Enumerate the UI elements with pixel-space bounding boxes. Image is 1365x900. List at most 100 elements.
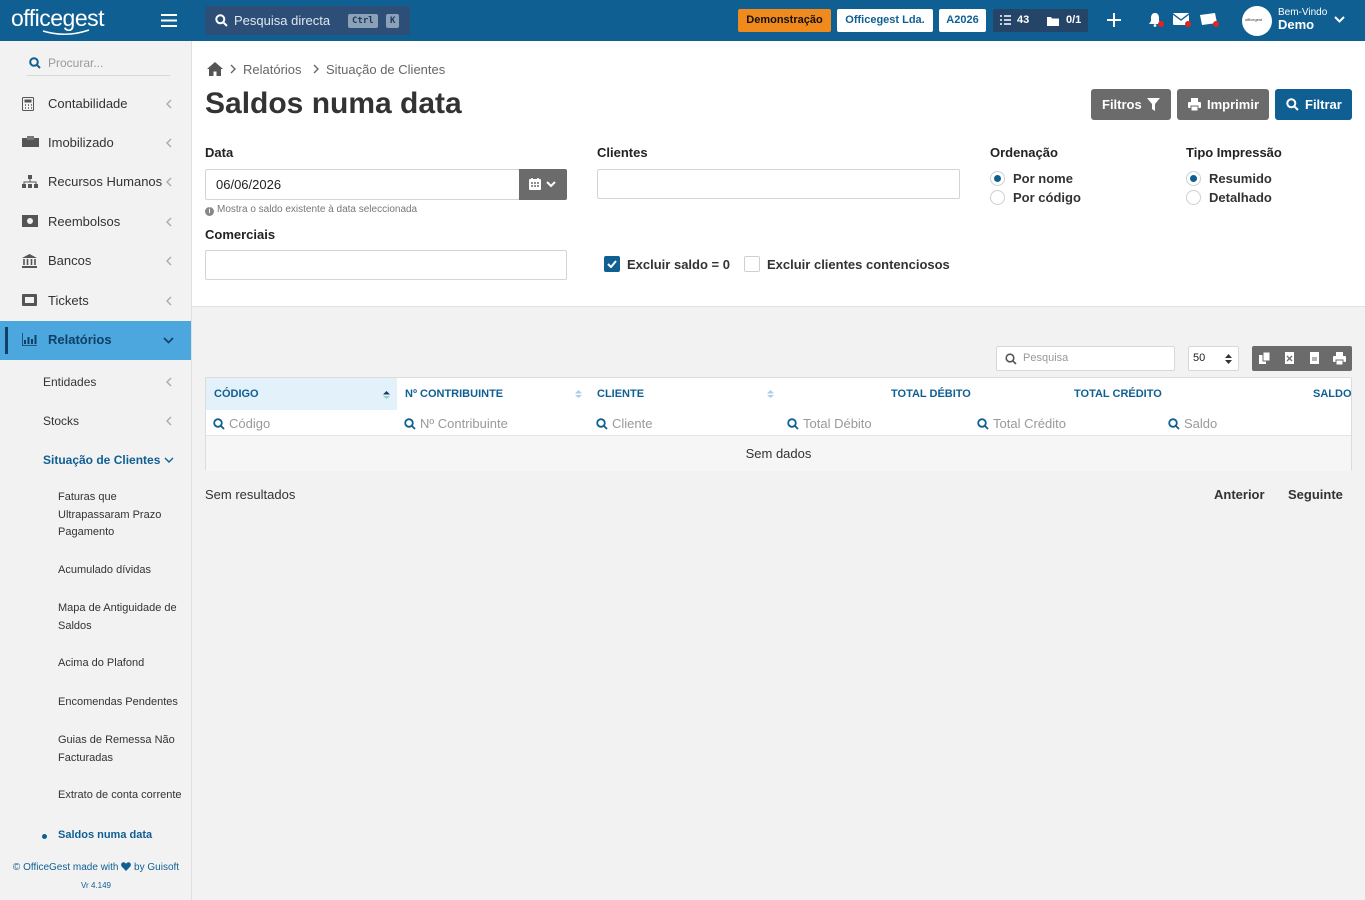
sidebar-item-tickets[interactable]: Tickets — [0, 282, 191, 321]
footer-by[interactable]: by Guisoft — [134, 862, 179, 873]
sidebar-subsub-item[interactable]: Faturas que Ultrapassaram Prazo Pagament… — [58, 489, 190, 542]
user-name: Demo — [1278, 17, 1315, 32]
sidebar-item-recursos-humanos[interactable]: Recursos Humanos — [0, 163, 191, 202]
footer-credits: © OfficeGest made with by Guisoft — [0, 862, 192, 873]
column-header-contribuinte[interactable]: Nº CONTRIBUINTE — [405, 378, 585, 410]
excluir-saldo-checkbox[interactable] — [604, 256, 620, 272]
breadcrumb-item[interactable]: Relatórios — [243, 62, 302, 77]
column-header-label: CÓDIGO — [214, 388, 259, 400]
copy-button[interactable] — [1252, 346, 1277, 371]
breadcrumb-item[interactable]: Situação de Clientes — [326, 62, 445, 77]
tipo-resumido-label[interactable]: Resumido — [1209, 171, 1272, 186]
search-icon — [404, 418, 416, 430]
previous-page-button[interactable]: Anterior — [1214, 487, 1265, 502]
ordenacao-por-nome-radio[interactable] — [990, 171, 1005, 186]
column-header-total-debito[interactable]: TOTAL DÉBITO — [891, 378, 1001, 410]
column-header-codigo[interactable]: CÓDIGO — [206, 378, 397, 410]
officegest-logo[interactable]: officegest — [11, 4, 131, 35]
company-selector[interactable]: Officegest Lda. — [837, 9, 933, 32]
ordenacao-por-nome-label[interactable]: Por nome — [1013, 171, 1073, 186]
global-search[interactable]: Pesquisa directa Ctrl K — [205, 6, 410, 35]
year-selector[interactable]: A2026 — [939, 9, 986, 32]
sort-asc-icon — [383, 391, 390, 399]
home-icon[interactable] — [207, 62, 223, 76]
column-filter-placeholder: Saldo — [1184, 416, 1218, 431]
sidebar-subsub-item[interactable]: Acima do Plafond — [58, 655, 190, 673]
pdf-button[interactable] — [1302, 346, 1327, 371]
copy-icon — [1259, 352, 1270, 364]
column-header-cliente[interactable]: CLIENTE — [597, 378, 777, 410]
global-search-placeholder: Pesquisa directa — [234, 13, 331, 28]
filtros-button[interactable]: Filtros — [1091, 89, 1171, 120]
page-size-select[interactable]: 50 — [1188, 346, 1239, 371]
sidebar-item-contabilidade[interactable]: Contabilidade — [0, 85, 191, 124]
sidebar-item-label: Relatórios — [48, 332, 112, 347]
sidebar-subsub-item[interactable]: Encomendas Pendentes — [58, 694, 190, 712]
demo-badge[interactable]: Demonstração — [738, 9, 831, 32]
sidebar-item-bancos[interactable]: Bancos — [0, 242, 191, 281]
tipo-detalhado-radio[interactable] — [1186, 190, 1201, 205]
tipo-resumido-radio[interactable] — [1186, 171, 1201, 186]
sidebar-sub-stocks[interactable]: Stocks — [43, 414, 79, 428]
sort-arrows-icon — [1225, 354, 1232, 364]
sidebar-item-label: Recursos Humanos — [48, 174, 163, 189]
column-header-total-credito[interactable]: TOTAL CRÉDITO — [1074, 378, 1184, 410]
logo-text: officegest — [11, 5, 105, 31]
date-picker-button[interactable] — [519, 169, 567, 200]
heart-icon — [121, 862, 132, 871]
sidebar-subsub-item[interactable]: Guias de Remessa Não Facturadas — [58, 732, 190, 767]
sidebar-item-reembolsos[interactable]: Reembolsos — [0, 203, 191, 242]
filtrar-button[interactable]: Filtrar — [1275, 89, 1352, 120]
imprimir-button[interactable]: Imprimir — [1177, 89, 1269, 120]
excluir-saldo-label[interactable]: Excluir saldo = 0 — [627, 257, 730, 272]
boxes-icon — [22, 136, 39, 147]
sidebar-search[interactable]: Procurar... — [27, 53, 170, 76]
column-header-label: CLIENTE — [597, 388, 645, 400]
sidebar-sub-entidades[interactable]: Entidades — [43, 375, 96, 389]
add-icon[interactable] — [1107, 13, 1121, 27]
print-table-button[interactable] — [1327, 346, 1352, 371]
kbd-ctrl: Ctrl — [348, 14, 378, 28]
column-header-label: TOTAL CRÉDITO — [1074, 388, 1162, 400]
data-label: Data — [205, 145, 234, 160]
sidebar-item-relatorios[interactable]: Relatórios — [0, 321, 191, 360]
column-header-label: SALDO — [1313, 388, 1352, 400]
results-info: Sem resultados — [205, 487, 296, 502]
page-size-value: 50 — [1193, 352, 1206, 364]
bank-icon — [22, 254, 37, 268]
column-header-saldo[interactable]: SALDO — [1313, 378, 1353, 410]
excel-button[interactable] — [1277, 346, 1302, 371]
date-hint: i Mostra o saldo existente à data selecci… — [205, 204, 417, 216]
chevron-left-icon — [166, 177, 172, 187]
hamburger-menu-icon[interactable] — [161, 14, 177, 27]
user-menu[interactable]: Bem-Vindo Demo — [1278, 7, 1327, 31]
documents-icon[interactable] — [1047, 15, 1060, 26]
tipo-detalhado-label[interactable]: Detalhado — [1209, 190, 1272, 205]
clientes-input[interactable] — [597, 169, 960, 199]
table-search-input[interactable]: Pesquisa — [996, 346, 1175, 371]
user-menu-chevron-down-icon[interactable] — [1334, 16, 1345, 23]
excluir-contenciosos-label[interactable]: Excluir clientes contenciosos — [767, 257, 950, 272]
tasks-icon[interactable] — [1000, 15, 1011, 26]
sidebar-subsub-item[interactable]: Mapa de Antiguidade de Saldos — [58, 600, 190, 635]
ordenacao-por-codigo-label[interactable]: Por código — [1013, 190, 1081, 205]
sidebar-subsub-item[interactable]: Acumulado dívidas — [58, 562, 190, 580]
date-input[interactable]: 06/06/2026 — [205, 169, 520, 200]
sidebar-item-label: Imobilizado — [48, 135, 114, 150]
ordenacao-por-codigo-radio[interactable] — [990, 190, 1005, 205]
sidebar-item-label: Reembolsos — [48, 214, 121, 229]
user-avatar[interactable]: officegest — [1242, 6, 1272, 36]
search-icon — [215, 14, 228, 27]
sidebar-item-imobilizado[interactable]: Imobilizado — [0, 124, 191, 163]
chevron-down-icon — [163, 337, 174, 344]
sidebar-subsub-item-active[interactable]: Saldos numa data — [58, 827, 190, 845]
next-page-button[interactable]: Seguinte — [1288, 487, 1343, 502]
excluir-contenciosos-checkbox[interactable] — [744, 256, 760, 272]
comerciais-input[interactable] — [205, 250, 567, 280]
sidebar-sub-situacao-clientes[interactable]: Situação de Clientes — [43, 453, 160, 467]
column-filter-placeholder: Nº Contribuinte — [420, 416, 508, 431]
sidebar-subsub-item[interactable]: Extrato de conta corrente — [58, 787, 190, 805]
filter-icon — [1147, 98, 1160, 111]
pdf-icon — [1310, 352, 1319, 364]
documents-count: 0/1 — [1066, 14, 1082, 26]
